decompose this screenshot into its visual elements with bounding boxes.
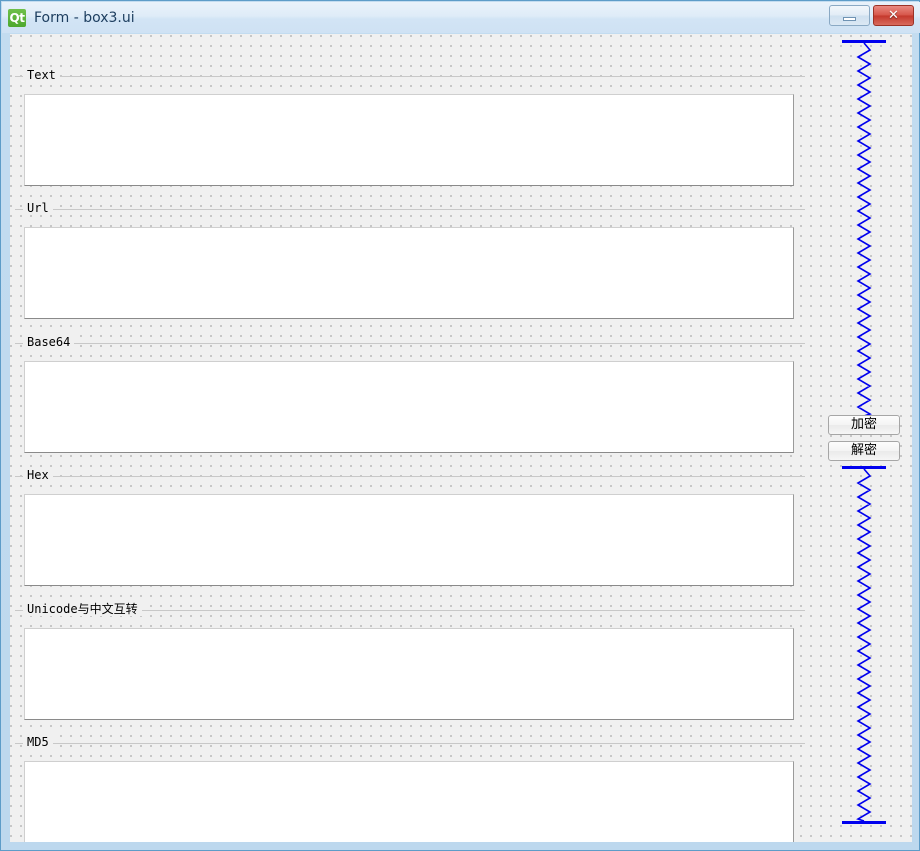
group-rule-md5 — [15, 743, 805, 744]
text-edit-hex[interactable] — [24, 494, 794, 586]
group-box-md5: MD5 — [15, 735, 805, 842]
group-rule-url — [15, 209, 805, 210]
title-bar: Qt Form - box3.ui ✕ — [2, 2, 920, 33]
group-header-url: Url — [15, 201, 805, 217]
group-box-base64: Base64 — [15, 335, 805, 453]
group-header-text: Text — [15, 68, 805, 84]
group-title-unicode: Unicode与中文互转 — [23, 602, 142, 616]
right-action-column: 加密 解密 — [810, 34, 912, 842]
group-rule-base64 — [15, 343, 805, 344]
group-title-text: Text — [23, 68, 60, 82]
text-edit-text[interactable] — [24, 94, 794, 186]
group-box-unicode: Unicode与中文互转 — [15, 602, 805, 720]
text-edit-url[interactable] — [24, 227, 794, 319]
decrypt-button[interactable]: 解密 — [828, 441, 900, 461]
form-window: Qt Form - box3.ui ✕ Text Url Base64 Hex Unic… — [0, 0, 920, 851]
group-rule-text — [15, 76, 805, 77]
form-canvas: Text Url Base64 Hex Unicode与中文互转 MD5 加密解密 — [10, 34, 912, 842]
group-rule-hex — [15, 476, 805, 477]
group-box-column: Text Url Base64 Hex Unicode与中文互转 MD5 — [15, 34, 805, 842]
text-edit-unicode[interactable] — [24, 628, 794, 720]
close-button[interactable]: ✕ — [873, 5, 914, 26]
window-controls: ✕ — [829, 5, 914, 26]
group-box-hex: Hex — [15, 468, 805, 586]
qt-logo-icon: Qt — [8, 8, 26, 27]
group-title-base64: Base64 — [23, 335, 75, 349]
group-header-base64: Base64 — [15, 335, 805, 351]
text-edit-base64[interactable] — [24, 361, 794, 453]
text-edit-md5[interactable] — [24, 761, 794, 842]
group-box-text: Text — [15, 68, 805, 186]
group-header-hex: Hex — [15, 468, 805, 484]
vertical-spacer-bottom — [810, 466, 912, 824]
vertical-spacer-top — [810, 40, 912, 422]
close-icon: ✕ — [888, 8, 899, 23]
encrypt-button[interactable]: 加密 — [828, 415, 900, 435]
group-title-hex: Hex — [23, 468, 53, 482]
minimize-button[interactable] — [829, 5, 870, 26]
group-header-md5: MD5 — [15, 735, 805, 751]
group-box-url: Url — [15, 201, 805, 319]
window-title: Form - box3.ui — [34, 9, 135, 26]
group-title-md5: MD5 — [23, 735, 53, 749]
group-title-url: Url — [23, 201, 53, 215]
group-header-unicode: Unicode与中文互转 — [15, 602, 805, 618]
minimize-icon — [843, 17, 856, 21]
